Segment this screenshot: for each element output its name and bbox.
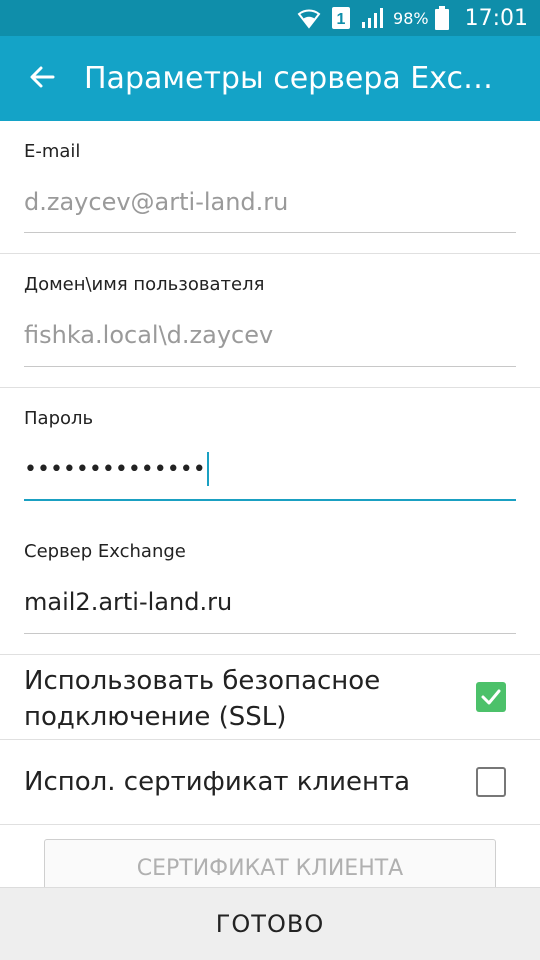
- signal-icon: [361, 7, 385, 29]
- done-button[interactable]: ГОТОВО: [0, 887, 540, 960]
- domain-user-field[interactable]: fishka.local\d.zaycev: [24, 311, 516, 359]
- ssl-option-row[interactable]: Использовать безопасное подключение (SSL…: [0, 655, 540, 739]
- divider: [0, 824, 540, 825]
- client-cert-checkbox[interactable]: [476, 767, 506, 797]
- sim-slot-number: 1: [337, 11, 346, 28]
- divider: [0, 387, 540, 388]
- exchange-server-label: Сервер Exchange: [24, 541, 186, 562]
- client-cert-option-label: Испол. сертификат клиента: [24, 767, 411, 797]
- email-underline: [24, 232, 516, 233]
- exchange-server-underline: [24, 633, 516, 634]
- password-field[interactable]: ••••••••••••••: [24, 445, 516, 493]
- domain-user-underline: [24, 366, 516, 367]
- status-bar: 1 98% 17:01: [0, 0, 540, 36]
- ssl-option-label: Использовать безопасное подключение (SSL…: [24, 666, 381, 732]
- password-field-group: Пароль ••••••••••••••: [24, 408, 516, 501]
- page-title: Параметры сервера Exchange: [84, 61, 520, 96]
- done-button-label: ГОТОВО: [215, 910, 325, 938]
- checkmark-icon: [481, 689, 501, 705]
- back-arrow-icon: [29, 64, 55, 94]
- exchange-server-field[interactable]: mail2.arti-land.ru: [24, 578, 516, 626]
- client-cert-option-row[interactable]: Испол. сертификат клиента: [0, 740, 540, 824]
- battery-icon: [434, 6, 449, 30]
- exchange-server-field-group: Сервер Exchange mail2.arti-land.ru: [24, 541, 516, 634]
- back-button[interactable]: [0, 36, 84, 121]
- text-cursor: [206, 452, 209, 486]
- domain-user-label: Домен\имя пользователя: [24, 274, 265, 295]
- password-dots: ••••••••••••••: [24, 456, 206, 482]
- domain-user-field-group: Домен\имя пользователя fishka.local\d.za…: [24, 274, 516, 367]
- email-field-group: E-mail d.zaycev@arti-land.ru: [24, 141, 516, 233]
- email-field[interactable]: d.zaycev@arti-land.ru: [24, 178, 516, 226]
- email-label: E-mail: [24, 141, 81, 162]
- divider: [0, 253, 540, 254]
- sim-icon: 1: [331, 6, 351, 30]
- clock: 17:01: [464, 5, 528, 31]
- password-label: Пароль: [24, 408, 94, 429]
- wifi-icon: [297, 7, 321, 29]
- ssl-checkbox[interactable]: [476, 682, 506, 712]
- password-underline: [24, 499, 516, 501]
- battery-percent: 98%: [393, 8, 429, 28]
- app-bar: Параметры сервера Exchange: [0, 36, 540, 121]
